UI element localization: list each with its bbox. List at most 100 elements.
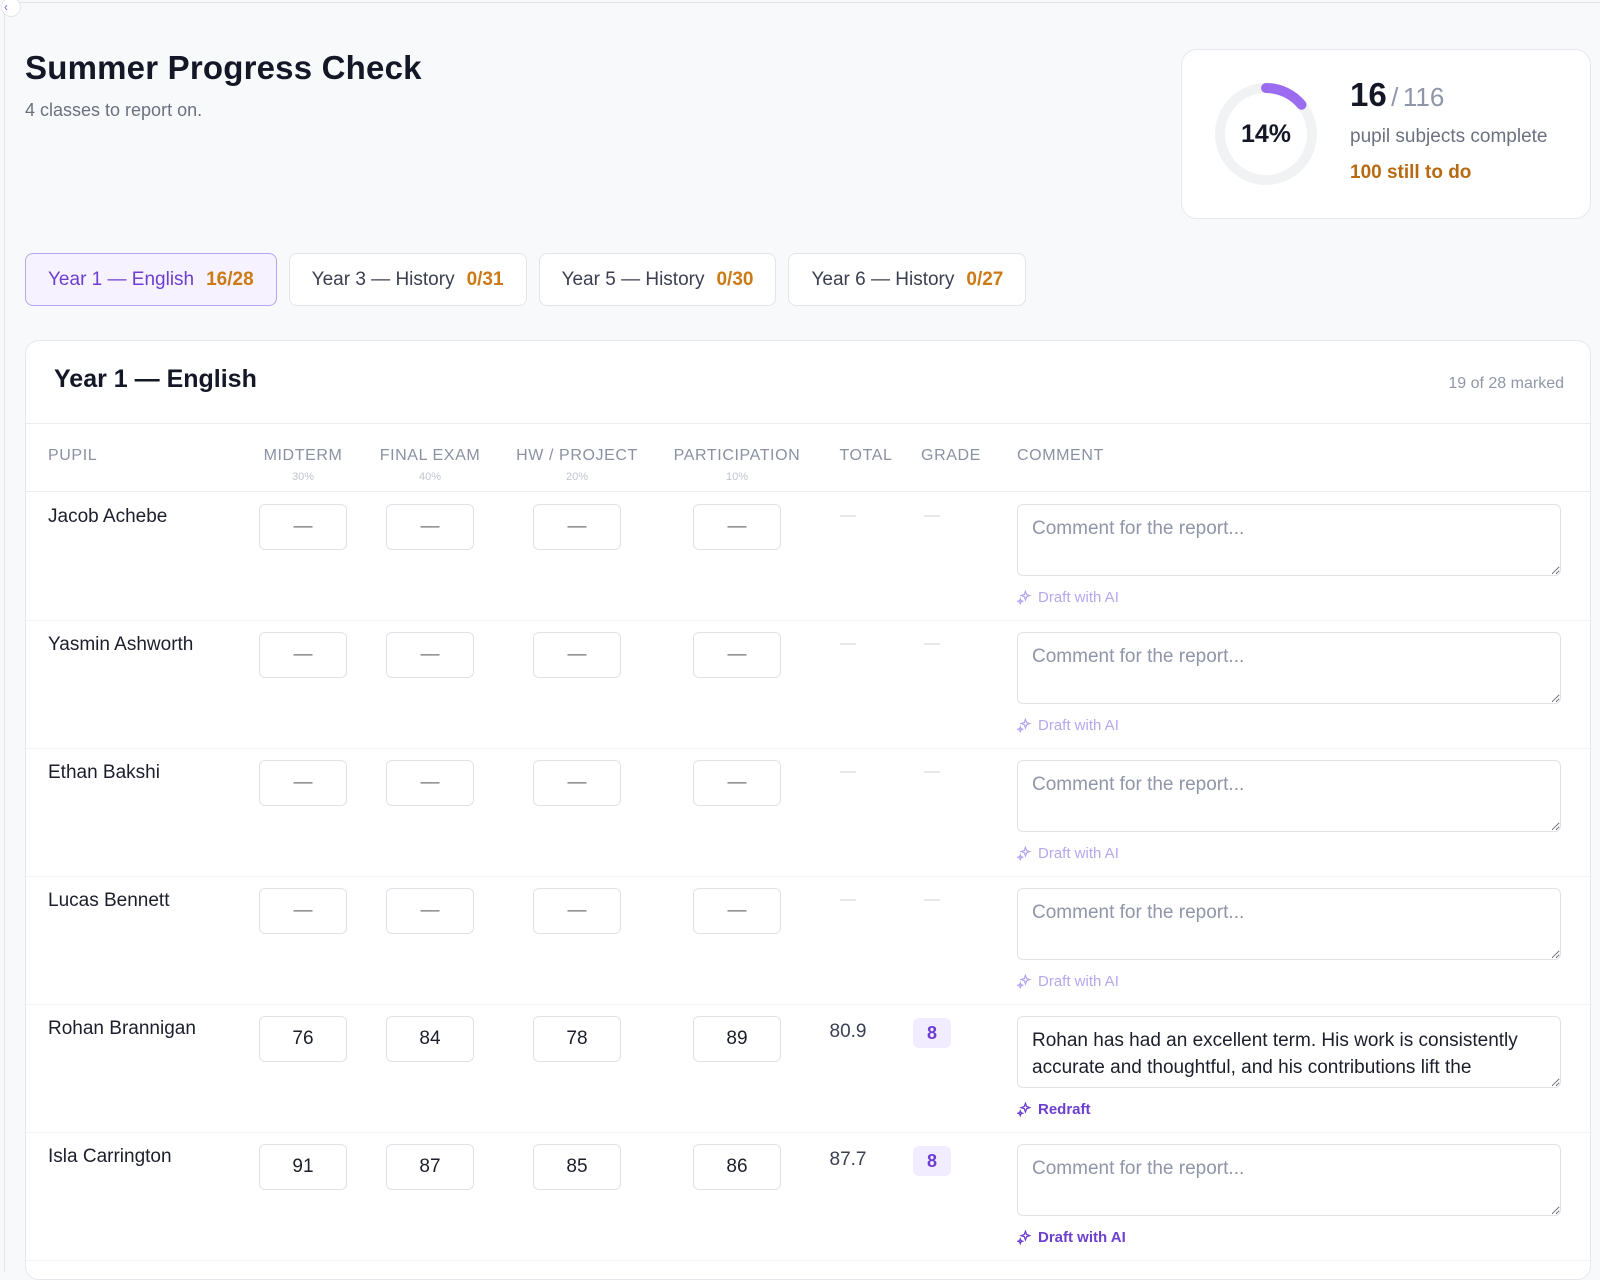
participation-input[interactable] xyxy=(693,504,781,550)
sparkle-icon xyxy=(1017,1102,1032,1117)
table-row: Lucas Bennett — — Draft with AI xyxy=(26,877,1590,1005)
comment-field[interactable] xyxy=(1017,504,1561,576)
grade-badge: — xyxy=(924,507,940,524)
col-header-hw-project: HW / PROJECT xyxy=(516,447,638,464)
draft-with-ai-button[interactable]: Draft with AI xyxy=(1017,589,1119,606)
tab-label: Year 6 — History xyxy=(811,268,955,290)
participation-input[interactable] xyxy=(693,888,781,934)
col-weight-final-exam: 40% xyxy=(418,471,442,483)
tab-count: 0/30 xyxy=(716,268,754,290)
grade-badge: 8 xyxy=(913,1018,951,1048)
total-score: — xyxy=(840,891,856,908)
sparkle-icon xyxy=(1017,846,1032,861)
table-row: Jacob Achebe — — Draft with AI xyxy=(26,493,1590,621)
tab-label: Year 3 — History xyxy=(311,268,455,290)
col-header-final-exam: FINAL EXAM xyxy=(379,447,481,464)
back-chevron-icon[interactable]: ‹ xyxy=(1,0,21,17)
draft-label: Draft with AI xyxy=(1038,845,1119,862)
final-exam-input[interactable] xyxy=(386,888,474,934)
sparkle-icon xyxy=(1017,1230,1032,1245)
sparkle-icon xyxy=(1017,590,1032,605)
draft-label: Draft with AI xyxy=(1038,717,1119,734)
midterm-input[interactable] xyxy=(259,760,347,806)
table-row: Rohan Brannigan 80.9 8 Redraft xyxy=(26,1005,1590,1133)
total-score: 80.9 xyxy=(829,1021,867,1042)
pupil-name: Lucas Bennett xyxy=(48,890,170,911)
class-tabs: Year 1 — English 16/28 Year 3 — History … xyxy=(25,253,1027,306)
comment-field[interactable] xyxy=(1017,632,1561,704)
table-row: Ethan Bakshi — — Draft with AI xyxy=(26,749,1590,877)
redraft-button[interactable]: Redraft xyxy=(1017,1101,1091,1118)
hw-project-input[interactable] xyxy=(533,632,621,678)
midterm-input[interactable] xyxy=(259,504,347,550)
hw-project-input[interactable] xyxy=(533,1144,621,1190)
pupil-name: Rohan Brannigan xyxy=(48,1018,196,1039)
col-weight-participation: 10% xyxy=(725,471,749,483)
midterm-input[interactable] xyxy=(259,632,347,678)
col-weight-midterm: 30% xyxy=(291,471,315,483)
pupil-name: Isla Carrington xyxy=(48,1146,172,1167)
pupil-name: Jacob Achebe xyxy=(48,506,168,527)
tab-year-6-history[interactable]: Year 6 — History 0/27 xyxy=(788,253,1027,306)
sparkle-icon xyxy=(1017,974,1032,989)
tab-label: Year 1 — English xyxy=(48,268,195,290)
tab-year-1-english[interactable]: Year 1 — English 16/28 xyxy=(25,253,277,306)
progress-count: 16 / 116 xyxy=(1350,76,1444,114)
comment-field[interactable] xyxy=(1017,1144,1561,1216)
final-exam-input[interactable] xyxy=(386,504,474,550)
pupil-name: Yasmin Ashworth xyxy=(48,634,194,655)
progress-total: 116 xyxy=(1402,82,1445,112)
table-row: Isla Carrington 87.7 8 Draft with AI xyxy=(26,1133,1590,1261)
col-header-participation: PARTICIPATION xyxy=(673,447,801,464)
midterm-input[interactable] xyxy=(259,888,347,934)
page-title: Summer Progress Check xyxy=(25,49,422,86)
col-header-midterm: MIDTERM xyxy=(263,447,343,464)
tab-year-5-history[interactable]: Year 5 — History 0/30 xyxy=(538,253,777,306)
tab-count: 0/27 xyxy=(966,268,1004,290)
participation-input[interactable] xyxy=(693,1016,781,1062)
pupil-name: Ethan Bakshi xyxy=(48,762,160,783)
final-exam-input[interactable] xyxy=(386,1144,474,1190)
final-exam-input[interactable] xyxy=(386,1016,474,1062)
final-exam-input[interactable] xyxy=(386,632,474,678)
gradebook-panel: Year 1 — English 19 of 28 marked PUPIL M… xyxy=(25,340,1591,1280)
hw-project-input[interactable] xyxy=(533,888,621,934)
total-score: — xyxy=(840,507,856,524)
page-subtitle: 4 classes to report on. xyxy=(25,100,203,120)
progress-percent: 14% xyxy=(1240,119,1292,148)
col-weight-hw-project: 20% xyxy=(565,471,589,483)
draft-with-ai-button[interactable]: Draft with AI xyxy=(1017,1229,1126,1246)
final-exam-input[interactable] xyxy=(386,760,474,806)
divider xyxy=(26,491,1590,492)
grade-badge: — xyxy=(924,763,940,780)
tab-label: Year 5 — History xyxy=(561,268,705,290)
tab-count: 16/28 xyxy=(206,268,254,290)
hw-project-input[interactable] xyxy=(533,1016,621,1062)
grade-badge: — xyxy=(924,635,940,652)
midterm-input[interactable] xyxy=(259,1144,347,1190)
tab-year-3-history[interactable]: Year 3 — History 0/31 xyxy=(288,253,527,306)
hw-project-input[interactable] xyxy=(533,504,621,550)
progress-remaining: 100 still to do xyxy=(1350,162,1472,183)
participation-input[interactable] xyxy=(693,760,781,806)
draft-with-ai-button[interactable]: Draft with AI xyxy=(1017,717,1119,734)
midterm-input[interactable] xyxy=(259,1016,347,1062)
col-header-pupil: PUPIL xyxy=(48,447,98,464)
col-header-grade: GRADE xyxy=(921,447,981,464)
hw-project-input[interactable] xyxy=(533,760,621,806)
progress-separator: / xyxy=(1391,82,1399,112)
col-header-comment: COMMENT xyxy=(1017,447,1104,464)
comment-field[interactable] xyxy=(1017,888,1561,960)
participation-input[interactable] xyxy=(693,1144,781,1190)
draft-label: Redraft xyxy=(1038,1101,1091,1118)
participation-input[interactable] xyxy=(693,632,781,678)
comment-field[interactable] xyxy=(1017,1016,1561,1088)
draft-with-ai-button[interactable]: Draft with AI xyxy=(1017,845,1119,862)
progress-done: 16 xyxy=(1350,76,1387,113)
progress-label: pupil subjects complete xyxy=(1350,126,1548,147)
draft-with-ai-button[interactable]: Draft with AI xyxy=(1017,973,1119,990)
draft-label: Draft with AI xyxy=(1038,1229,1126,1246)
grade-badge: 8 xyxy=(913,1146,951,1176)
grade-badge: — xyxy=(924,891,940,908)
comment-field[interactable] xyxy=(1017,760,1561,832)
